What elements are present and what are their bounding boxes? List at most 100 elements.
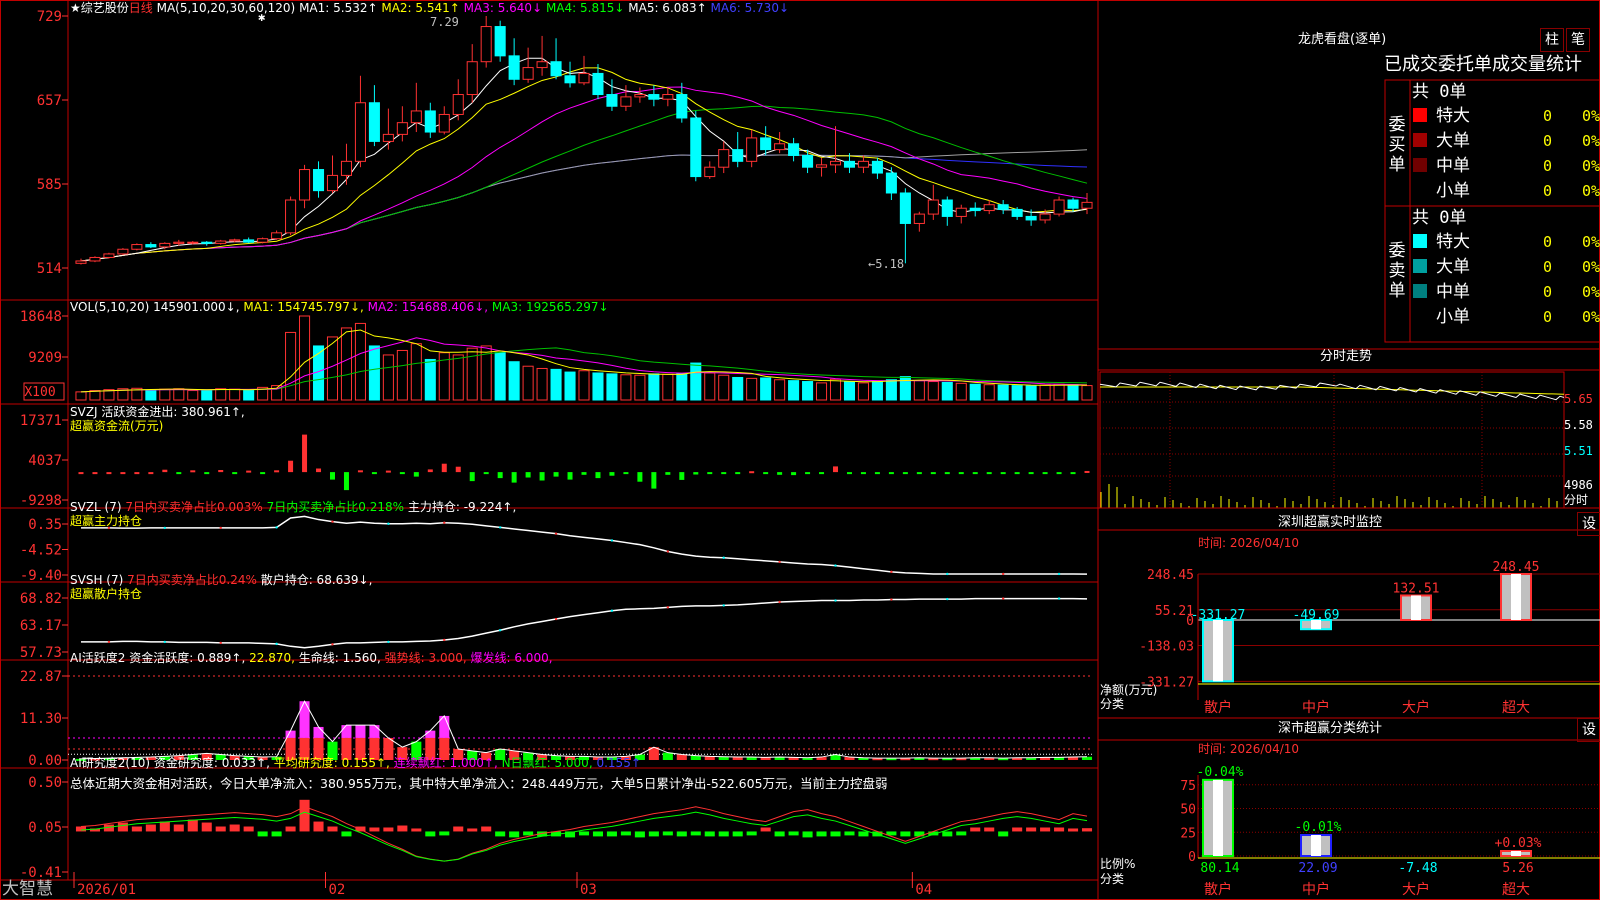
tick-mode-button[interactable]: 笔 [1566,28,1590,52]
volume-bar [620,374,632,401]
sz-class-category: 散户 [1204,881,1232,898]
volume-bar [592,372,604,401]
candle [550,61,562,77]
sz-class-settings-button[interactable]: 设 [1577,718,1600,742]
volume-bar [396,349,408,401]
volume-bar [536,367,548,401]
main-holding-line-marker [778,560,781,564]
sz-class-bar-highlight [1511,851,1521,856]
volume-bar [159,388,171,401]
volume-bar [382,354,394,401]
sell-row-pct: 0% [1582,308,1600,326]
sell-row-pct: 0% [1582,233,1600,251]
sz-monitor-bar-label: 132.51 [1393,581,1440,596]
low-price-label: ←5.18 [868,257,905,271]
fund-flow-bar [1028,472,1034,475]
volume-bar [885,379,897,401]
research-signal-line [80,811,1088,862]
research-bar [1012,827,1023,832]
ai2-summary: 总体近期大资金相对活跃，今日大单净流入：380.955万元，其中特大单净流入：2… [70,776,888,791]
research-bar [1026,827,1037,832]
vol-axis-label: 9209 [28,350,62,366]
volume-bar [690,362,702,401]
ma2-value: MA2: 5.541↑ [381,1,460,15]
buy-row-pct: 0% [1582,182,1600,200]
ai1-axis-label: 22.87 [20,669,62,685]
ai2-research: 资金研究度: 0.033↑, [153,756,270,770]
buy-side-label: 单 [1389,155,1406,175]
sz-class-category: 中户 [1302,881,1330,898]
ai2-axis-label: 0.05 [28,820,62,836]
research-bar [313,821,324,832]
fund-flow-bar [134,472,140,475]
retail-holding-line-marker [554,617,558,621]
lhb-title: 龙虎看盘(逐单) [1298,32,1387,47]
fund-flow-bar [511,472,517,483]
buy-total: 共 0单 [1412,82,1466,102]
volume-bar [550,368,562,401]
retail-holding-line-marker [1057,597,1061,600]
svzl-subtitle: 超赢主力持仓 [70,514,143,528]
period-label[interactable]: 日线 [129,1,153,15]
ai1-activity: 资金活跃度: 0.889↑, [129,651,246,665]
main-holding-line-marker [219,526,222,530]
fund-flow-bar [232,472,238,475]
ma6-value: MA6: 5.730↓ [710,1,790,15]
sz-monitor-bar-highlight [1213,620,1223,682]
research-bar [802,831,813,838]
ai1-lifeline: 生命线: 1.560, [298,651,381,665]
svzj-subtitle: 超赢资金流(万元) [70,419,164,433]
volume-bar [201,389,213,401]
volume-bar [340,327,352,401]
fund-flow-bar [497,472,503,479]
fund-flow-bar [721,472,727,475]
main-holding-line-marker [163,526,167,530]
retail-holding-line-marker [275,642,278,646]
volume-bar [969,383,981,401]
ai1-strong-line: 强势线: 3.000, [384,651,467,665]
fund-flow-bar [763,472,769,475]
main-holding-line [80,515,1088,575]
candle [103,253,115,258]
vol-unit-label: X100 [24,385,55,400]
vol-axis-label: 18648 [20,309,62,325]
sz-monitor-settings-button[interactable]: 设 [1577,512,1600,536]
retail-holding-line-marker [443,638,446,642]
candle [1025,215,1037,221]
buy-row-pct: 0% [1582,132,1600,150]
fund-flow-bar [972,472,978,475]
sell-side-label: 卖 [1389,261,1406,281]
candle [382,133,394,142]
volume-bar [410,343,422,401]
fund-flow-bar [399,472,405,475]
fund-flow-bar [260,472,266,475]
buy-row-name: 大单 [1436,131,1470,151]
candle [494,26,506,57]
sell-row-name: 特大 [1436,232,1470,252]
research-bar [341,831,352,837]
sz-monitor-ylabel: 净额(万元) [1100,683,1158,697]
fund-flow-bar [329,472,335,480]
event-star-icon[interactable]: ✱ [258,10,265,24]
research-bar [439,831,450,836]
sz-class-axis-label: 50 [1180,803,1196,818]
candle [578,72,590,84]
candle [662,94,674,100]
buy-row-value: 0 [1543,157,1552,175]
bar-mode-button[interactable]: 柱 [1540,28,1564,52]
main-holding-line-marker [722,556,725,559]
date-axis-label: 2026/01 [77,882,136,898]
sell-row-pct: 0% [1582,283,1600,301]
volume-bar [704,372,716,401]
fund-flow-bar [693,472,699,475]
research-bar [998,831,1009,837]
fund-flow-bar [316,468,322,473]
retail-holding-line-marker [219,641,222,645]
main-holding-line-marker [1001,572,1005,576]
volume-bar [243,389,255,401]
svzl-ratio1: 7日内买卖净占比0.003% [125,500,263,514]
sell-total: 共 0单 [1412,208,1466,228]
retail-holding-line [80,597,1088,649]
candle [564,75,576,84]
ai2-extra: 0.155↑ [596,756,641,770]
